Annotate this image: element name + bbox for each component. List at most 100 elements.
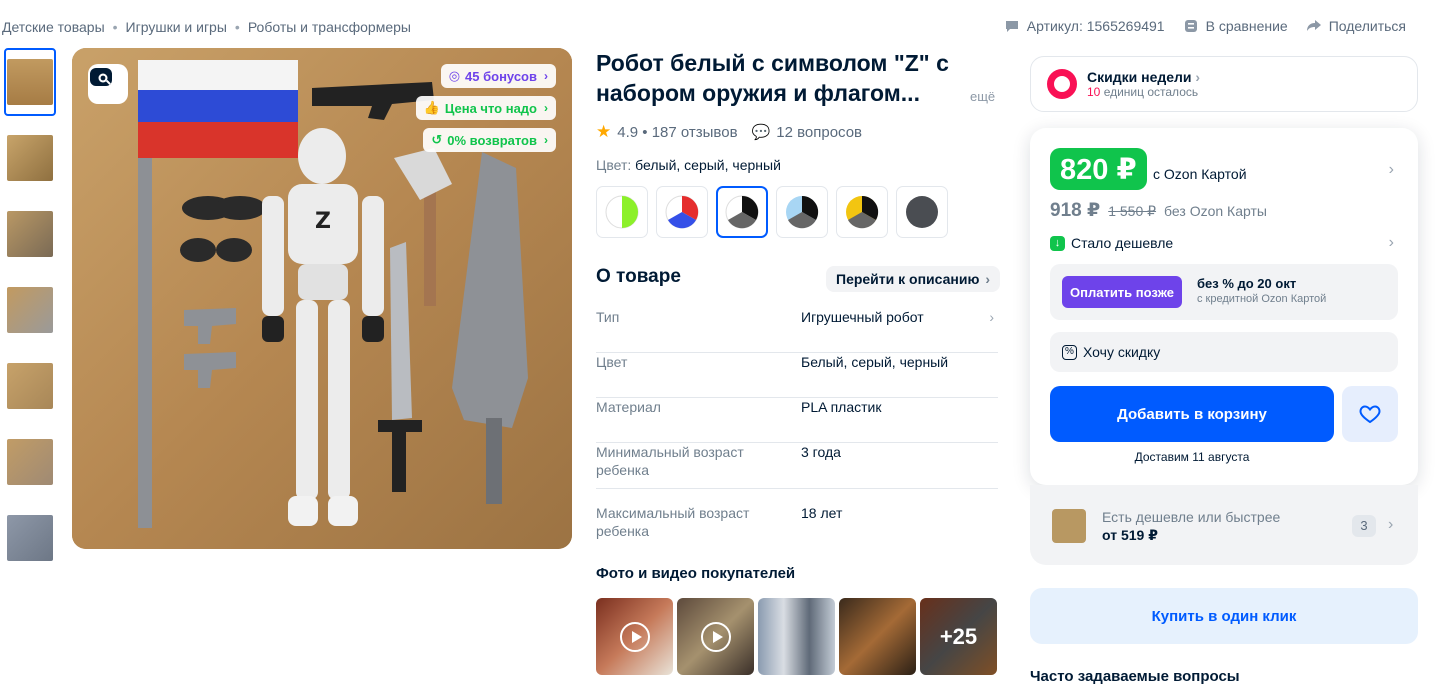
sale-rest: единиц осталось [1100, 85, 1199, 99]
color-swatch-icon [906, 196, 938, 228]
title-more-link[interactable]: ещё [970, 89, 995, 104]
color-swatch[interactable] [776, 186, 828, 238]
weekly-sale-banner[interactable]: Скидки недели › 10 единиц осталось [1030, 56, 1418, 112]
spec-row: Материал PLA пластик [596, 398, 998, 443]
regular-price-row: 918 ₽ 1 550 ₽ без Ozon Карты [1050, 199, 1267, 222]
product-main-photo[interactable]: Z ◎ 45 бонусов › 👍 Цена что надо › ↺ 0% … [72, 48, 572, 549]
gallery-thumbnail[interactable] [4, 352, 56, 420]
color-swatch-selected[interactable] [716, 186, 768, 238]
sale-ring-icon [1047, 69, 1077, 99]
pay-later-block[interactable]: Оплатить позже без % до 20 окт с кредитн… [1050, 264, 1398, 320]
sale-count: 10 [1087, 85, 1101, 99]
returns-label: 0% возвратов [447, 132, 537, 148]
price-card: 820 ₽ с Ozon Картой › 918 ₽ 1 550 ₽ без … [1030, 128, 1418, 485]
questions-link[interactable]: 12 вопросов [776, 124, 862, 141]
bonus-icon: ◎ [448, 68, 461, 83]
product-title: Робот белый с символом "Z" с набором ору… [596, 50, 949, 106]
chevron-right-icon: › [544, 133, 548, 147]
buyer-photo-thumbnail[interactable] [758, 598, 835, 675]
reviews-link[interactable]: 4.9 • 187 отзывов [617, 124, 737, 141]
buyer-video-thumbnail[interactable] [596, 598, 673, 675]
share-icon [1306, 20, 1321, 31]
chevron-right-icon[interactable]: › [1389, 161, 1394, 179]
want-discount-button[interactable]: % Хочу скидку [1050, 332, 1398, 372]
color-swatch-icon [786, 195, 819, 229]
buy-one-click-button[interactable]: Купить в один клик [1030, 588, 1418, 644]
add-to-cart-button[interactable]: Добавить в корзину [1050, 386, 1334, 442]
share-label: Поделиться [1328, 18, 1406, 34]
compare-label: В сравнение [1205, 18, 1288, 34]
color-label: Цвет: белый, серый, черный [596, 157, 781, 173]
bonus-badge[interactable]: ◎ 45 бонусов › [440, 64, 556, 88]
chevron-right-icon: › [544, 101, 548, 115]
top-actions: Артикул: 1565269491 В сравнение Поделить… [1004, 18, 1406, 34]
spec-key: Максимальный возраст ребенка [596, 505, 750, 539]
spec-key: Цвет [596, 354, 628, 370]
article-number[interactable]: Артикул: 1565269491 [1004, 18, 1165, 34]
color-swatch-icon [665, 195, 699, 229]
breadcrumb-item[interactable]: Детские товары [2, 19, 105, 35]
color-swatch-icon [605, 195, 639, 229]
spec-row: Тип Игрушечный робот › [596, 308, 998, 353]
gallery-thumbnail[interactable] [4, 428, 56, 496]
spec-value: Белый, серый, черный [801, 354, 949, 370]
gallery-thumbnail[interactable] [4, 200, 56, 268]
cheaper-offers[interactable]: Есть дешевле или быстрее от 519 ₽ 3 › [1030, 485, 1418, 565]
visual-search-button[interactable] [88, 64, 128, 104]
color-swatch[interactable] [896, 186, 948, 238]
color-swatch-icon [725, 195, 759, 229]
favorite-button[interactable] [1342, 386, 1398, 442]
chevron-right-icon: › [985, 271, 991, 287]
product-photo-illustration: Z [72, 48, 572, 549]
play-icon [620, 622, 650, 652]
cheaper-offers-price: от 519 ₽ [1102, 527, 1158, 543]
breadcrumb-item[interactable]: Роботы и трансформеры [248, 19, 411, 35]
about-title: О товаре [596, 266, 681, 287]
spec-row: Минимальный возраст ребенка 3 года [596, 443, 998, 489]
with-card-label: с Ozon Картой [1153, 166, 1247, 182]
sale-title: Скидки недели › [1087, 69, 1200, 85]
thumbnail-image [7, 363, 53, 409]
thumbnail-image [7, 515, 53, 561]
rating-row: ★ 4.9 • 187 отзывов 💬 12 вопросов [596, 122, 862, 142]
star-icon: ★ [596, 122, 612, 141]
buyer-photos-more[interactable]: +25 [920, 598, 997, 675]
offer-thumbnail [1052, 509, 1086, 543]
spec-value[interactable]: Игрушечный робот [801, 308, 924, 326]
color-swatch[interactable] [836, 186, 888, 238]
good-price-badge[interactable]: 👍 Цена что надо › [415, 96, 556, 120]
buyer-video-thumbnail[interactable] [677, 598, 754, 675]
color-label-key: Цвет: [596, 157, 632, 173]
pay-later-button[interactable]: Оплатить позже [1062, 276, 1182, 308]
buyer-photo-thumbnail[interactable] [839, 598, 916, 675]
spec-row: Цвет Белый, серый, черный [596, 353, 998, 398]
spec-value: 3 года [801, 444, 841, 460]
color-swatch[interactable] [596, 186, 648, 238]
delivery-date: Доставим 11 августа [1134, 450, 1250, 464]
more-photos-count: +25 [920, 598, 997, 675]
gallery-thumbnail[interactable] [4, 124, 56, 192]
article-text: Артикул: 1565269491 [1026, 18, 1165, 34]
gallery-thumbnail[interactable] [4, 276, 56, 344]
color-swatch[interactable] [656, 186, 708, 238]
compare-button[interactable]: В сравнение [1183, 18, 1288, 34]
arrow-down-icon: ↓ [1050, 235, 1065, 251]
go-to-description-button[interactable]: Перейти к описанию › [826, 266, 1001, 292]
bonus-label: 45 бонусов [465, 68, 537, 84]
thumbnail-image [7, 287, 53, 333]
became-cheaper[interactable]: ↓ Стало дешевле [1050, 235, 1173, 251]
spec-row: Максимальный возраст ребенка 18 лет [596, 504, 998, 544]
returns-badge[interactable]: ↺ 0% возвратов › [423, 128, 556, 152]
color-label-value: белый, серый, черный [635, 157, 781, 173]
question-icon: 💬 [751, 124, 771, 141]
go-to-description-label: Перейти к описанию [836, 271, 980, 287]
gallery-thumbnail[interactable] [4, 48, 56, 116]
share-button[interactable]: Поделиться [1306, 18, 1406, 34]
sale-title-text: Скидки недели [1087, 69, 1192, 85]
chat-icon [1005, 21, 1018, 32]
pay-later-title: без % до 20 окт [1197, 276, 1297, 291]
cheaper-offers-title: Есть дешевле или быстрее [1102, 509, 1281, 525]
breadcrumb-item[interactable]: Игрушки и игры [126, 19, 227, 35]
breadcrumb: Детские товары • Игрушки и игры • Роботы… [2, 19, 411, 35]
gallery-thumbnail[interactable] [4, 504, 56, 572]
